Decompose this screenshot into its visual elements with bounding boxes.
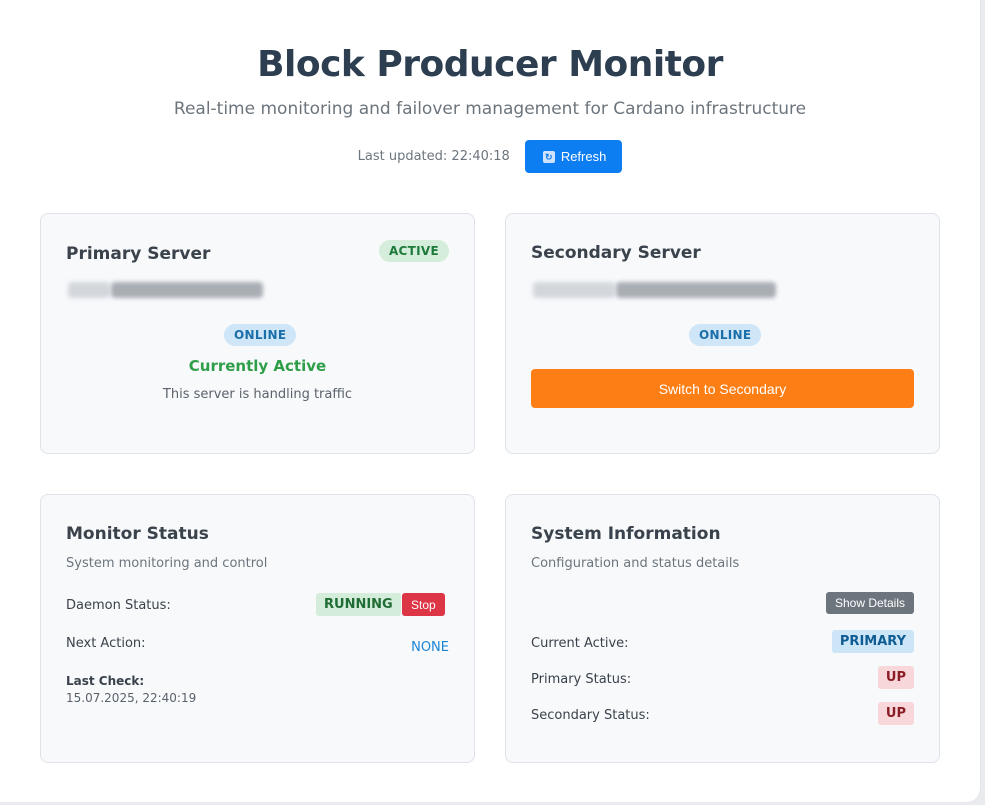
- primary-currently-active: Currently Active: [188, 357, 327, 375]
- primary-status-label: Primary Status:: [531, 672, 632, 687]
- refresh-button-label: Refresh: [560, 149, 607, 164]
- primary-server-card: Primary Server ACTIVE ONLINE Currently A…: [40, 213, 475, 454]
- next-action-value: NONE: [411, 640, 449, 655]
- primary-address-redacted-ip: [111, 282, 263, 298]
- daemon-status-label: Daemon Status:: [66, 598, 171, 613]
- secondary-address-redacted: [533, 282, 615, 298]
- daemon-status-badge: RUNNING: [316, 593, 401, 616]
- page-title: Block Producer Monitor: [257, 44, 723, 85]
- current-active-label: Current Active:: [531, 636, 629, 651]
- secondary-status-label: Secondary Status:: [531, 708, 650, 723]
- primary-address-redacted: [68, 282, 110, 298]
- page: Block Producer Monitor Real-time monitor…: [0, 0, 981, 802]
- last-check-label: Last Check:: [66, 674, 145, 688]
- system-information-card: System Information Configuration and sta…: [505, 494, 940, 763]
- secondary-server-card: Secondary Server ONLINE Switch to Second…: [505, 213, 940, 454]
- next-action-label: Next Action:: [66, 636, 146, 651]
- system-information-subtitle: Configuration and status details: [531, 556, 740, 571]
- monitor-status-subtitle: System monitoring and control: [66, 556, 268, 571]
- stop-daemon-button[interactable]: Stop: [402, 593, 445, 616]
- refresh-icon: ↻: [542, 150, 555, 163]
- current-active-badge: PRIMARY: [831, 630, 914, 653]
- secondary-online-badge: ONLINE: [689, 324, 762, 346]
- primary-server-title: Primary Server: [66, 244, 211, 264]
- show-details-button[interactable]: Show Details: [825, 592, 914, 614]
- primary-traffic-note: This server is handling traffic: [162, 387, 353, 402]
- primary-role-badge: ACTIVE: [378, 240, 449, 262]
- last-updated-text: Last updated: 22:40:18: [357, 149, 510, 164]
- monitor-status-title: Monitor Status: [66, 524, 209, 544]
- secondary-address-redacted-ip: [616, 282, 776, 298]
- primary-status-badge: UP: [877, 666, 914, 689]
- switch-to-secondary-button[interactable]: Switch to Secondary: [531, 369, 914, 408]
- update-bar: Last updated: 22:40:18 ↻ Refresh: [0, 140, 980, 173]
- primary-online-badge: ONLINE: [224, 324, 297, 346]
- last-check-value: 15.07.2025, 22:40:19: [66, 691, 197, 705]
- secondary-server-title: Secondary Server: [531, 243, 701, 263]
- refresh-button[interactable]: ↻ Refresh: [524, 140, 623, 173]
- monitor-status-card: Monitor Status System monitoring and con…: [40, 494, 475, 763]
- page-subtitle: Real-time monitoring and failover manage…: [173, 99, 807, 119]
- system-information-title: System Information: [531, 524, 721, 544]
- secondary-status-badge: UP: [877, 702, 914, 725]
